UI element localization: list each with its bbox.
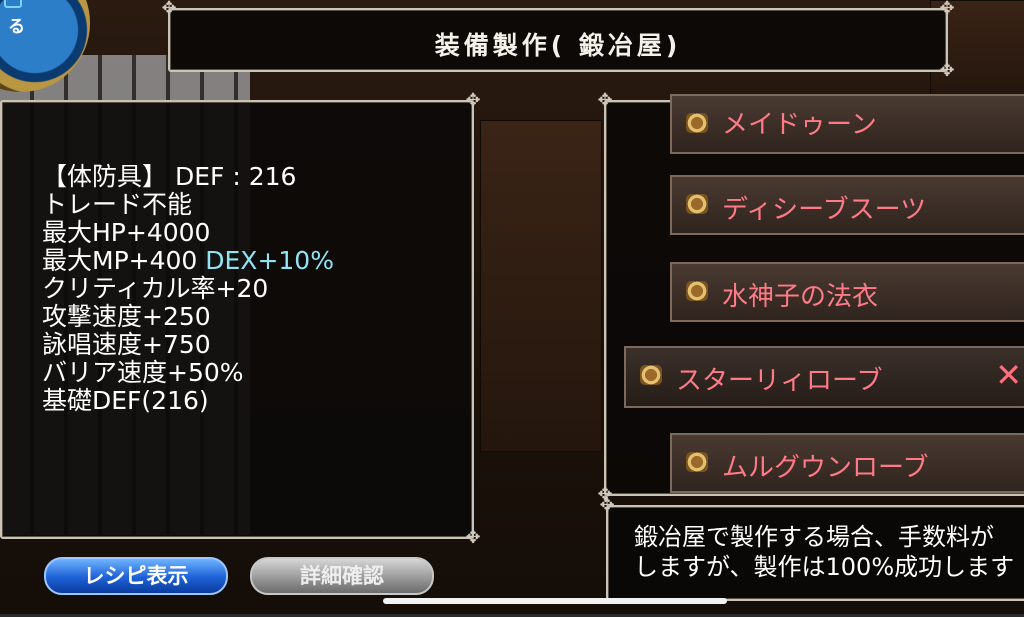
corner-ornament-icon: ✥	[939, 60, 955, 81]
stat-line: クリティカル率+20	[42, 274, 269, 303]
armor-scroll-icon	[640, 365, 662, 385]
recipe-item-label: スターリィローブ	[676, 366, 883, 396]
armor-scroll-icon	[686, 194, 708, 214]
equipment-stats-panel: ✥ ✥ 【体防具】 DEF : 216 トレード不能 最大HP+4000 最大M…	[0, 90, 481, 548]
stat-line: 最大HP+4000	[42, 218, 211, 247]
home-indicator[interactable]	[383, 598, 727, 604]
recipe-item-label: ムルグウンローブ	[722, 453, 929, 483]
page-title: 装備製作( 鍛冶屋)	[434, 31, 682, 60]
back-button-label: る	[8, 17, 25, 37]
recipe-item-label: ディシーブスーツ	[722, 195, 927, 225]
corner-ornament-icon: ✥	[597, 90, 613, 111]
back-icon	[4, 0, 22, 8]
description-line: しますが、製作は100%成功します	[634, 553, 1015, 581]
stat-bonus: DEX+10%	[205, 246, 334, 275]
stat-line: 基礎DEF(216)	[42, 386, 209, 415]
corner-ornament-icon: ✥	[465, 527, 481, 548]
corner-ornament-icon: ✥	[939, 0, 955, 19]
corner-ornament-icon: ✥	[465, 90, 481, 111]
recipe-display-button[interactable]: レシピ表示	[44, 557, 228, 595]
armor-scroll-icon	[686, 113, 708, 133]
title-bar: 装備製作( 鍛冶屋) ✥ ✥ ✥	[161, 0, 954, 81]
recipe-item-selected[interactable]: スターリィローブ ✕	[624, 346, 1024, 408]
detail-check-button[interactable]: 詳細確認	[250, 557, 434, 595]
recipe-item-label: 水神子の法衣	[722, 282, 879, 312]
stat-line: トレード不能	[42, 190, 193, 219]
stat-line: 最大MP+400 DEX+10%	[42, 246, 334, 275]
recipe-item[interactable]: ムルグウンローブ	[670, 433, 1024, 493]
recipe-item-label: メイドゥーン	[722, 110, 877, 140]
background-bookshelf	[480, 120, 602, 452]
stat-line: 攻撃速度+250	[42, 302, 211, 331]
stat-line: 詠唱速度+750	[42, 330, 211, 359]
stat-line: 【体防具】 DEF : 216	[42, 162, 297, 191]
armor-scroll-icon	[686, 281, 708, 301]
description-panel: ✥ 鍛冶屋で製作する場合、手数料が しますが、製作は100%成功します	[599, 495, 1024, 601]
remove-icon[interactable]: ✕	[995, 356, 1022, 394]
recipe-item[interactable]: ディシーブスーツ	[670, 175, 1024, 235]
recipe-item[interactable]: 水神子の法衣	[670, 262, 1024, 322]
recipe-item[interactable]: メイドゥーン	[670, 94, 1024, 154]
armor-scroll-icon	[686, 452, 708, 472]
corner-ornament-icon: ✥	[161, 0, 177, 19]
stat-line: バリア速度+50%	[42, 358, 244, 387]
corner-ornament-icon: ✥	[599, 495, 615, 516]
